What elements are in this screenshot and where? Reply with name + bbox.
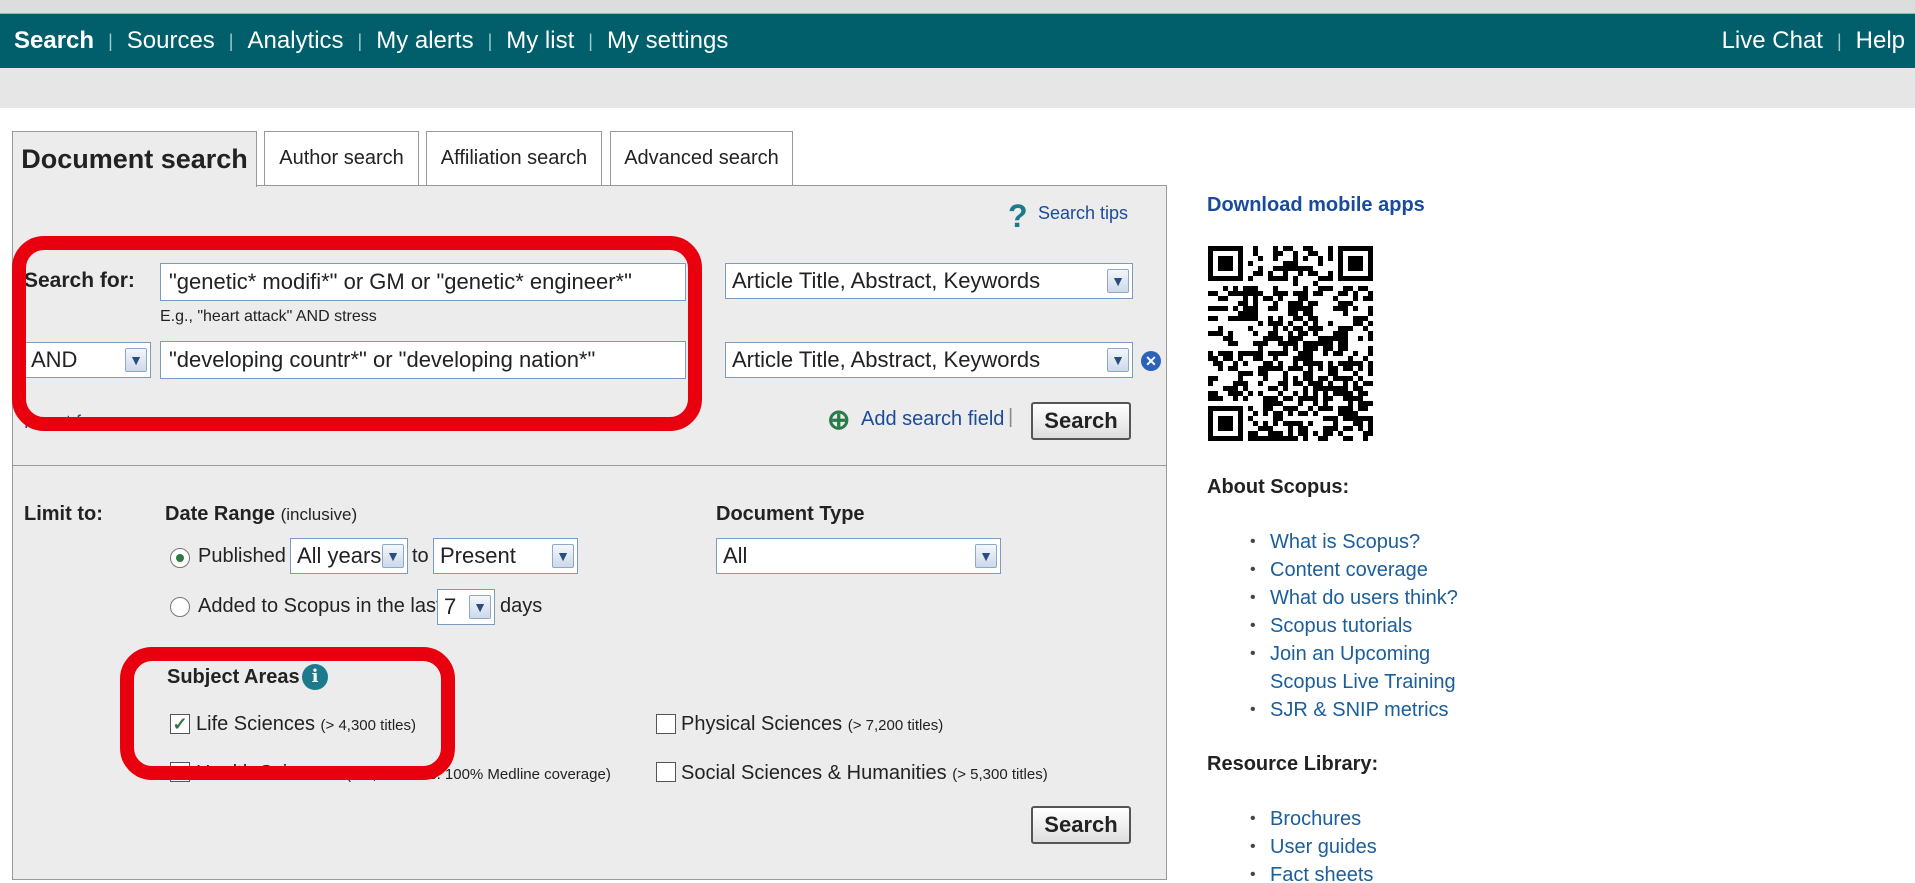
nav-my-settings[interactable]: My settings	[607, 27, 728, 55]
tab-author-search[interactable]: Author search	[264, 131, 419, 185]
social-sciences-title: Social Sciences & Humanities	[681, 762, 947, 784]
nav-right: Live Chat | Help	[1721, 27, 1905, 55]
document-type-select[interactable]: All ▼	[716, 538, 1001, 574]
separator: |	[1008, 406, 1014, 428]
health-sciences-title: Health Sciences	[196, 762, 341, 784]
top-strip	[0, 0, 1915, 14]
resource-library-list: Brochures User guides Fact sheets	[1250, 805, 1490, 883]
about-scopus-title: About Scopus:	[1207, 476, 1350, 498]
to-label: to	[412, 545, 429, 567]
resource-link-brochures[interactable]: Brochures	[1250, 805, 1490, 833]
nav-sources[interactable]: Sources	[127, 27, 215, 55]
chevron-down-icon: ▼	[1107, 348, 1129, 372]
search-field-2-value: Article Title, Abstract, Keywords	[732, 347, 1041, 372]
resource-link-user-guides[interactable]: User guides	[1250, 833, 1490, 861]
limit-to-label: Limit to:	[24, 503, 103, 525]
date-range-title: Date Range	[165, 503, 276, 525]
search-query-1-input[interactable]: "genetic* modifi*" or GM or "genetic* en…	[160, 263, 686, 301]
subject-search-button[interactable]: Search	[1031, 806, 1131, 844]
document-type-value: All	[723, 543, 748, 568]
days-value: 7	[444, 594, 457, 619]
physical-sciences-label: Physical Sciences (> 7,200 titles)	[681, 713, 943, 736]
chevron-down-icon: ▼	[1107, 269, 1129, 293]
operator-value: AND	[31, 347, 78, 372]
health-sciences-label: Health Sciences (> 6,800 titles. 100% Me…	[196, 762, 611, 785]
about-scopus-list: What is Scopus? Content coverage What do…	[1250, 528, 1490, 724]
about-link-what-is-scopus[interactable]: What is Scopus?	[1250, 528, 1490, 556]
info-icon[interactable]: i	[302, 664, 328, 690]
search-query-2-input[interactable]: "developing countr*" or "developing nati…	[160, 341, 686, 379]
added-radio[interactable]	[170, 597, 190, 617]
chevron-down-icon: ▼	[975, 544, 997, 568]
health-sciences-count: (> 6,800 titles. 100% Medline coverage)	[346, 766, 611, 783]
from-year-value: All years	[297, 543, 382, 568]
days-label: days	[500, 595, 543, 617]
nav-my-alerts[interactable]: My alerts	[376, 27, 473, 55]
chevron-down-icon: ▼	[382, 544, 404, 568]
top-nav: Search | Sources | Analytics | My alerts…	[0, 14, 1915, 68]
nav-my-list[interactable]: My list	[506, 27, 574, 55]
health-sciences-checkbox[interactable]	[170, 762, 190, 782]
nav-search[interactable]: Search	[14, 27, 94, 55]
subject-areas-label: Subject Areas	[167, 666, 300, 688]
chevron-down-icon: ▼	[552, 544, 574, 568]
to-year-value: Present	[440, 543, 516, 568]
reset-form-link[interactable]: Reset form	[24, 412, 112, 433]
resource-link-fact-sheets[interactable]: Fact sheets	[1250, 861, 1490, 883]
tab-affiliation-search[interactable]: Affiliation search	[426, 131, 602, 185]
published-label: Published	[198, 545, 286, 567]
social-sciences-checkbox[interactable]	[656, 762, 676, 782]
nav-live-chat[interactable]: Live Chat	[1722, 27, 1823, 55]
from-year-select[interactable]: All years ▼	[290, 538, 408, 574]
download-mobile-apps-link[interactable]: Download mobile apps	[1207, 194, 1425, 217]
search-example: E.g., "heart attack" AND stress	[160, 308, 377, 325]
life-sciences-checkbox[interactable]: ✓	[170, 714, 190, 734]
nav-left: Search | Sources | Analytics | My alerts…	[14, 27, 729, 55]
published-radio[interactable]	[170, 548, 190, 568]
search-field-1-value: Article Title, Abstract, Keywords	[732, 268, 1041, 293]
life-sciences-title: Life Sciences	[196, 713, 315, 735]
chevron-down-icon: ▼	[125, 348, 147, 372]
add-field-icon[interactable]: ⊕	[827, 403, 850, 436]
about-link-live-training[interactable]: Join an Upcoming Scopus Live Training	[1250, 640, 1490, 696]
add-search-field-link[interactable]: Add search field	[861, 408, 1004, 431]
search-for-label: Search for:	[24, 269, 135, 292]
search-tips-link[interactable]: Search tips	[1038, 203, 1128, 224]
tab-advanced-search[interactable]: Advanced search	[610, 131, 793, 185]
resource-library-title: Resource Library:	[1207, 753, 1379, 775]
physical-sciences-checkbox[interactable]	[656, 714, 676, 734]
sub-bar	[0, 68, 1915, 108]
boolean-operator-select[interactable]: AND ▼	[24, 342, 151, 378]
to-year-select[interactable]: Present ▼	[433, 538, 578, 574]
qr-code-image[interactable]	[1208, 246, 1373, 441]
about-link-sjr-snip[interactable]: SJR & SNIP metrics	[1250, 696, 1490, 724]
search-field-2-select[interactable]: Article Title, Abstract, Keywords ▼	[725, 342, 1133, 378]
about-link-tutorials[interactable]: Scopus tutorials	[1250, 612, 1490, 640]
physical-sciences-count: (> 7,200 titles)	[847, 717, 944, 734]
nav-analytics[interactable]: Analytics	[247, 27, 343, 55]
days-select[interactable]: 7 ▼	[437, 589, 495, 625]
document-type-label: Document Type	[716, 503, 865, 525]
about-link-users-think[interactable]: What do users think?	[1250, 584, 1490, 612]
chevron-down-icon: ▼	[469, 595, 491, 619]
life-sciences-label: Life Sciences (> 4,300 titles)	[196, 713, 416, 736]
date-range-label: Date Range (inclusive)	[165, 503, 357, 526]
search-field-1-select[interactable]: Article Title, Abstract, Keywords ▼	[725, 263, 1133, 299]
date-range-inclusive: (inclusive)	[280, 505, 358, 524]
life-sciences-count: (> 4,300 titles)	[320, 717, 416, 734]
tab-document-search[interactable]: Document search	[12, 131, 257, 187]
social-sciences-count: (> 5,300 titles)	[952, 766, 1048, 783]
search-button[interactable]: Search	[1031, 402, 1131, 440]
panel-divider	[12, 465, 1167, 466]
help-icon[interactable]: ?	[1008, 198, 1028, 235]
nav-help[interactable]: Help	[1856, 27, 1905, 55]
physical-sciences-title: Physical Sciences	[681, 713, 843, 735]
social-sciences-label: Social Sciences & Humanities (> 5,300 ti…	[681, 762, 1048, 785]
remove-field-icon[interactable]: ✕	[1141, 351, 1161, 371]
added-label: Added to Scopus in the last	[198, 595, 442, 617]
about-link-content-coverage[interactable]: Content coverage	[1250, 556, 1490, 584]
